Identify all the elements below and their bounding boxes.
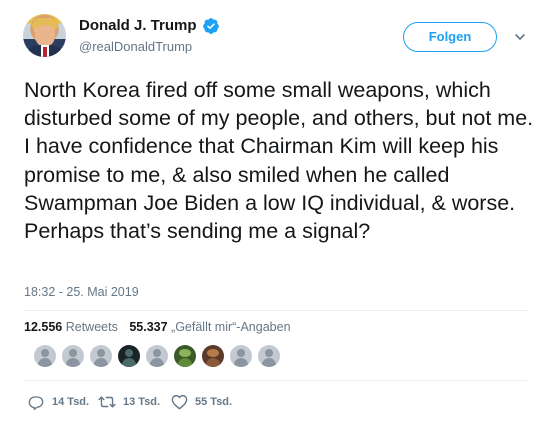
divider — [24, 380, 527, 381]
retweet-count: 13 Tsd. — [123, 396, 161, 408]
user-handle[interactable]: @realDonaldTrump — [79, 39, 192, 54]
liker-avatar[interactable] — [62, 345, 84, 367]
liker-avatar[interactable] — [146, 345, 168, 367]
like-button[interactable]: 55 Tsd. — [171, 393, 241, 411]
liker-avatar[interactable] — [90, 345, 112, 367]
likes-label[interactable]: „Gefällt mir“-Angaben — [171, 320, 291, 334]
liker-avatar[interactable] — [118, 345, 140, 367]
reply-icon — [28, 396, 44, 410]
reply-button[interactable]: 14 Tsd. — [28, 393, 98, 411]
tweet-card: Donald J. Trump @realDonaldTrump Folgen … — [0, 0, 551, 425]
engagement-stats: 12.556 Retweets 55.337 „Gefällt mir“-Ang… — [24, 320, 291, 334]
chevron-down-icon[interactable] — [513, 30, 527, 44]
heart-icon — [171, 394, 188, 410]
divider — [24, 310, 527, 311]
reply-count: 14 Tsd. — [52, 396, 90, 408]
verified-badge-icon — [203, 18, 219, 34]
avatar[interactable] — [23, 14, 66, 57]
liker-avatar[interactable] — [34, 345, 56, 367]
liker-avatar[interactable] — [174, 345, 196, 367]
retweets-count[interactable]: 12.556 — [24, 320, 62, 334]
tweet-timestamp[interactable]: 18:32 - 25. Mai 2019 — [24, 285, 139, 299]
follow-button[interactable]: Folgen — [403, 22, 497, 52]
user-name[interactable]: Donald J. Trump — [79, 17, 197, 34]
liker-avatar[interactable] — [258, 345, 280, 367]
retweets-label[interactable]: Retweets — [66, 320, 118, 334]
likes-count[interactable]: 55.337 — [129, 320, 167, 334]
liker-avatar[interactable] — [202, 345, 224, 367]
liker-avatars — [34, 345, 280, 367]
like-count: 55 Tsd. — [195, 396, 233, 408]
tweet-text: North Korea fired off some small weapons… — [24, 78, 534, 244]
liker-avatar[interactable] — [230, 345, 252, 367]
retweet-button[interactable]: 13 Tsd. — [98, 393, 168, 411]
retweet-icon — [98, 396, 116, 408]
